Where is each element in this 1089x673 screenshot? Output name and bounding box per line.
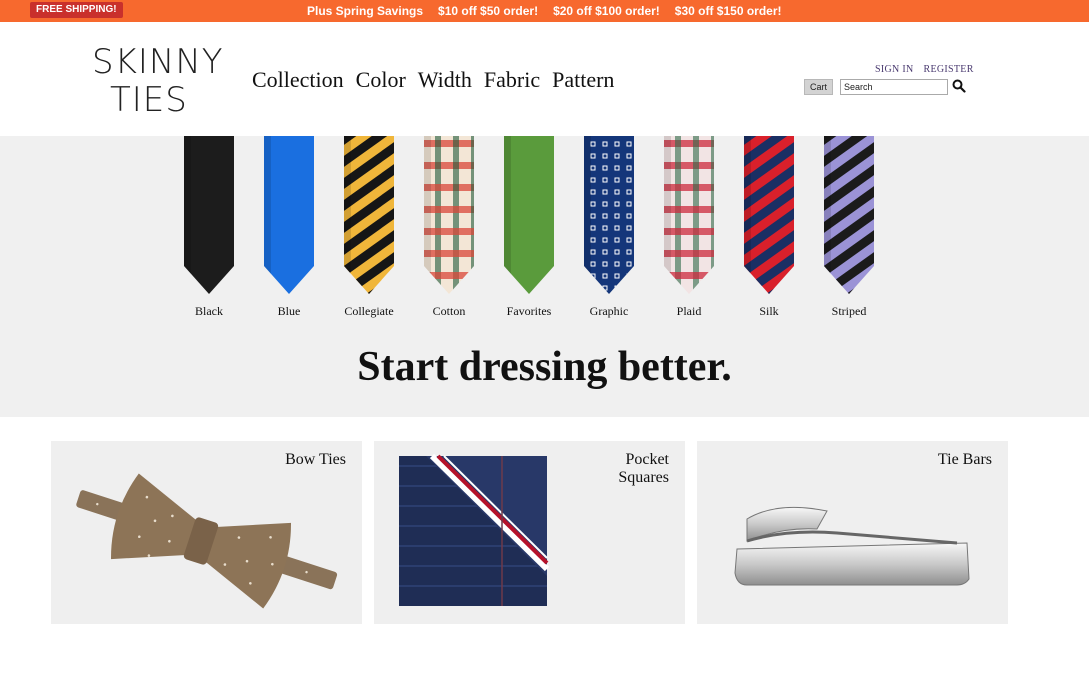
logo-line2: TIES [110, 80, 188, 120]
tile-label: Bow Ties [285, 451, 346, 468]
hero-title: Start dressing better. [357, 344, 732, 390]
main-nav: Collection Color Width Fabric Pattern [252, 66, 614, 94]
tie-label: Collegiate [344, 304, 394, 318]
promo-item: $10 off $50 order! [438, 4, 539, 18]
tie-image [264, 136, 314, 294]
promo-offers: Plus Spring Savings $10 off $50 order! $… [307, 0, 782, 22]
tie-category-cotton[interactable]: Cotton [409, 136, 489, 321]
nav-fabric[interactable]: Fabric [484, 66, 540, 94]
cart-button[interactable]: Cart [804, 79, 833, 95]
tie-image [424, 136, 474, 294]
nav-width[interactable]: Width [418, 66, 472, 94]
nav-color[interactable]: Color [356, 66, 406, 94]
tile-label: Pocket Squares [618, 451, 669, 486]
tile-tie-bars[interactable]: Tie Bars [697, 441, 1008, 624]
register-link[interactable]: REGISTER [924, 64, 974, 75]
tie-category-favorites[interactable]: Favorites [489, 136, 569, 321]
promo-item: $30 off $150 order! [674, 4, 782, 18]
tie-category-collegiate[interactable]: Collegiate [329, 136, 409, 321]
account-links: SIGN IN REGISTER [875, 64, 974, 75]
tie-image [504, 136, 554, 294]
tie-category-plaid[interactable]: Plaid [649, 136, 729, 321]
search-icon[interactable] [952, 79, 966, 93]
site-logo[interactable]: SKINNY TIES [92, 44, 223, 120]
tie-image [184, 136, 234, 294]
tie-label: Favorites [506, 304, 552, 318]
tie-label: Graphic [589, 304, 629, 318]
tie-category-blue[interactable]: Blue [249, 136, 329, 321]
tile-bow-ties[interactable]: Bow Ties [51, 441, 362, 624]
tie-label: Striped [831, 304, 867, 318]
hero-banner: Black Blue Collegiate Cotton Favorites Graphi… [0, 136, 1089, 417]
tie-label: Plaid [676, 304, 702, 318]
tie-label: Cotton [432, 304, 466, 318]
tie-category-silk[interactable]: Silk [729, 136, 809, 321]
tie-category-black[interactable]: Black [169, 136, 249, 321]
promo-bar: FREE SHIPPING! Plus Spring Savings $10 o… [0, 0, 1089, 22]
nav-pattern[interactable]: Pattern [552, 66, 614, 94]
promo-item: $20 off $100 order! [553, 4, 660, 18]
free-shipping-badge[interactable]: FREE SHIPPING! [30, 2, 123, 18]
promo-item: Plus Spring Savings [307, 4, 424, 18]
tie-image [344, 136, 394, 294]
tie-image [664, 136, 714, 294]
tie-label: Blue [277, 304, 301, 318]
tie-category-striped[interactable]: Striped [809, 136, 889, 321]
tie-image [744, 136, 794, 294]
search-input[interactable] [840, 79, 948, 95]
tie-category-graphic[interactable]: Graphic [569, 136, 649, 321]
tie-image [584, 136, 634, 294]
tie-image [824, 136, 874, 294]
nav-collection[interactable]: Collection [252, 66, 344, 94]
tile-pocket-squares[interactable]: Pocket Squares [374, 441, 685, 624]
logo-line1: SKINNY [92, 42, 224, 82]
sign-in-link[interactable]: SIGN IN [875, 64, 914, 75]
tile-label: Tie Bars [937, 451, 992, 468]
tie-label: Silk [759, 304, 779, 318]
tie-label: Black [195, 304, 223, 318]
